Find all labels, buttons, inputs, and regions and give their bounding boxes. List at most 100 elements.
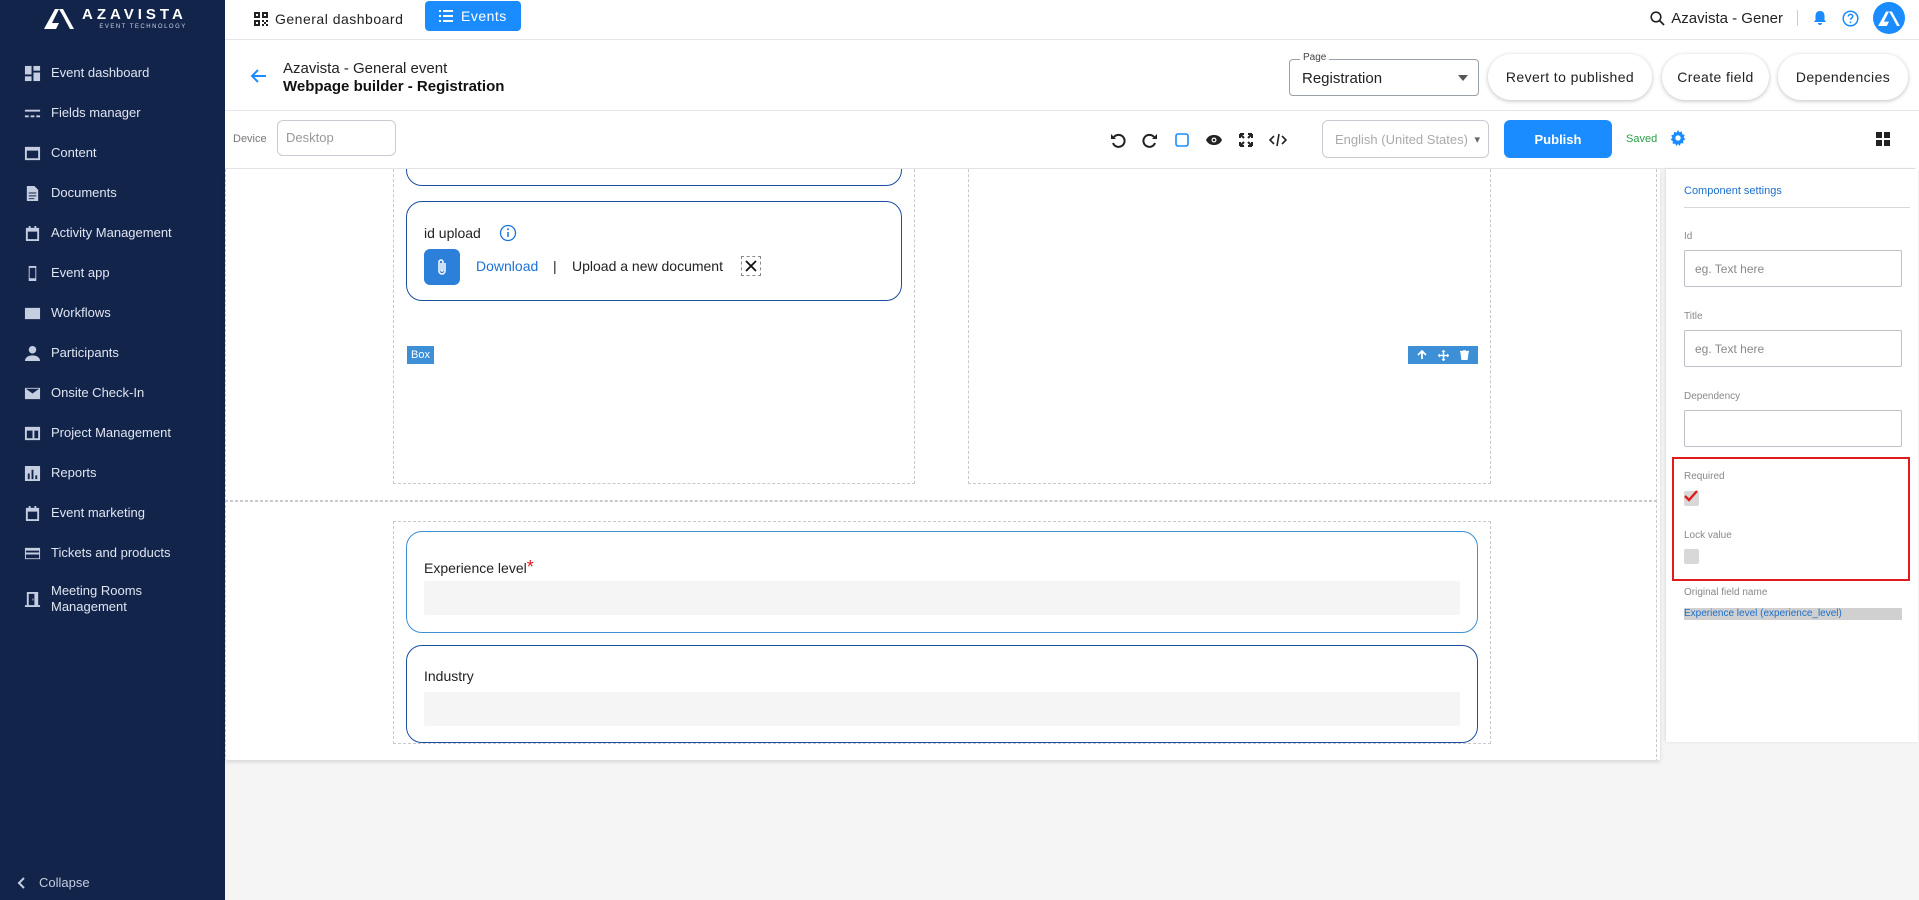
sidebar-item-meeting-rooms-management[interactable]: Meeting Rooms Management [0,573,225,625]
language-value: English (United States) [1335,132,1468,147]
user-avatar[interactable] [1873,2,1905,34]
sidebar-nav: Event dashboard Fields manager Content D… [0,53,225,625]
sidebar-item-participants[interactable]: Participants [0,333,225,373]
room-icon [23,590,41,608]
attach-button[interactable] [424,249,460,285]
search-text: Azavista - Gener [1671,9,1783,27]
page-select[interactable]: Page Registration [1289,52,1479,96]
sidebar-item-label: Workflows [51,305,111,320]
sidebar-item-project-management[interactable]: Project Management [0,413,225,453]
sidebar: AZAVISTA EVENT TECHNOLOGY Event dashboar… [0,0,225,900]
download-link[interactable]: Download [476,258,538,274]
global-search[interactable]: Azavista - Gener [1650,10,1783,27]
language-select[interactable]: English (United States) ▾ [1322,120,1489,158]
chart-icon [23,464,41,482]
sidebar-item-event-dashboard[interactable]: Event dashboard [0,53,225,93]
revert-to-published-button[interactable]: Revert to published [1488,54,1652,100]
sidebar-item-onsite-check-in[interactable]: Onsite Check-In [0,373,225,413]
list-icon [439,10,453,22]
experience-level-field[interactable]: Experience level* [406,531,1478,633]
sidebar-item-label: Documents [51,185,117,200]
publish-button[interactable]: Publish [1504,120,1612,158]
sidebar-item-label: Content [51,145,97,160]
sidebar-item-label: Event app [51,265,110,280]
upload-new-document-link[interactable]: Upload a new document [572,258,723,274]
required-asterisk: * [526,557,534,577]
brand-logo[interactable]: AZAVISTA EVENT TECHNOLOGY [44,6,187,30]
sidebar-item-label: Participants [51,345,119,360]
close-icon [745,260,757,272]
sidebar-item-fields-manager[interactable]: Fields manager [0,93,225,133]
project-icon [23,424,41,442]
preview-eye-icon[interactable] [1204,130,1224,150]
sidebar-item-event-app[interactable]: Event app [0,253,225,293]
page-title: Webpage builder - Registration [283,78,505,95]
sidebar-item-content[interactable]: Content [0,133,225,173]
box-tag[interactable]: Box [407,346,434,364]
chevron-down-icon: ▾ [1474,134,1480,146]
device-select[interactable]: Desktop [277,120,396,156]
title-input[interactable]: eg. Text here [1684,330,1902,367]
column-right[interactable] [968,169,1491,484]
collapse-button[interactable]: Collapse [17,875,90,890]
arrow-up-icon[interactable] [1417,350,1427,360]
sidebar-item-label: Event marketing [51,505,145,520]
code-icon[interactable] [1268,130,1288,150]
industry-input[interactable] [424,692,1460,726]
redo-icon[interactable] [1140,130,1160,150]
dependency-input[interactable] [1684,410,1902,447]
info-icon[interactable] [499,224,517,242]
industry-label: Industry [424,668,474,684]
layers-grid-icon[interactable] [1875,131,1891,147]
calendar-icon [23,504,41,522]
gear-icon[interactable] [1669,129,1687,147]
mail-icon [23,384,41,402]
field-card-previous[interactable] [406,169,902,186]
sidebar-item-reports[interactable]: Reports [0,453,225,493]
sidebar-item-event-marketing[interactable]: Event marketing [0,493,225,533]
trash-icon[interactable] [1459,350,1469,360]
card-icon [23,544,41,562]
dashboard-icon [23,64,41,82]
component-outline-icon[interactable] [1172,130,1192,150]
sidebar-item-label: Project Management [51,425,171,440]
sidebar-item-activity-management[interactable]: Activity Management [0,213,225,253]
help-icon[interactable] [1842,9,1859,27]
azavista-logo-icon [44,9,74,29]
tab-general-dashboard[interactable]: General dashboard [253,6,403,32]
device-label: Device [233,133,267,145]
dependencies-button[interactable]: Dependencies [1778,54,1908,100]
id-input[interactable]: eg. Text here [1684,250,1902,287]
link-separator: | [553,258,557,274]
tab-label: General dashboard [275,11,404,27]
create-field-button[interactable]: Create field [1662,54,1769,100]
sidebar-item-label: Event dashboard [51,65,150,80]
phone-icon [23,264,41,282]
title-label: Title [1684,311,1703,322]
highlight-box [1672,457,1910,581]
id-label: Id [1684,231,1693,242]
fields-icon [23,104,41,122]
dependency-label: Dependency [1684,391,1741,402]
experience-level-input[interactable] [424,581,1460,615]
sidebar-item-tickets-and-products[interactable]: Tickets and products [0,533,225,573]
sidebar-item-workflows[interactable]: Workflows [0,293,225,333]
editor-tools [1108,130,1288,150]
undo-icon[interactable] [1108,130,1128,150]
back-arrow-icon[interactable] [250,67,268,85]
sidebar-item-label: Reports [51,465,97,480]
fullscreen-icon[interactable] [1236,130,1256,150]
builder-toolbar: Device Desktop English (United States) ▾… [225,111,1915,169]
sidebar-item-documents[interactable]: Documents [0,173,225,213]
sidebar-item-label: Meeting Rooms Management [51,583,143,614]
remove-document-button[interactable] [741,256,761,276]
id-upload-field[interactable]: id upload Download | Upload a new docume… [406,201,902,301]
component-settings-panel: Component settings Id eg. Text here Titl… [1666,169,1918,742]
industry-field[interactable]: Industry [406,645,1478,743]
experience-level-label: Experience level* [424,557,534,577]
tab-events[interactable]: Events [425,1,521,31]
chevron-left-icon [17,876,25,889]
move-icon[interactable] [1437,349,1449,361]
caret-down-icon [1458,75,1468,81]
bell-icon[interactable] [1812,10,1828,26]
